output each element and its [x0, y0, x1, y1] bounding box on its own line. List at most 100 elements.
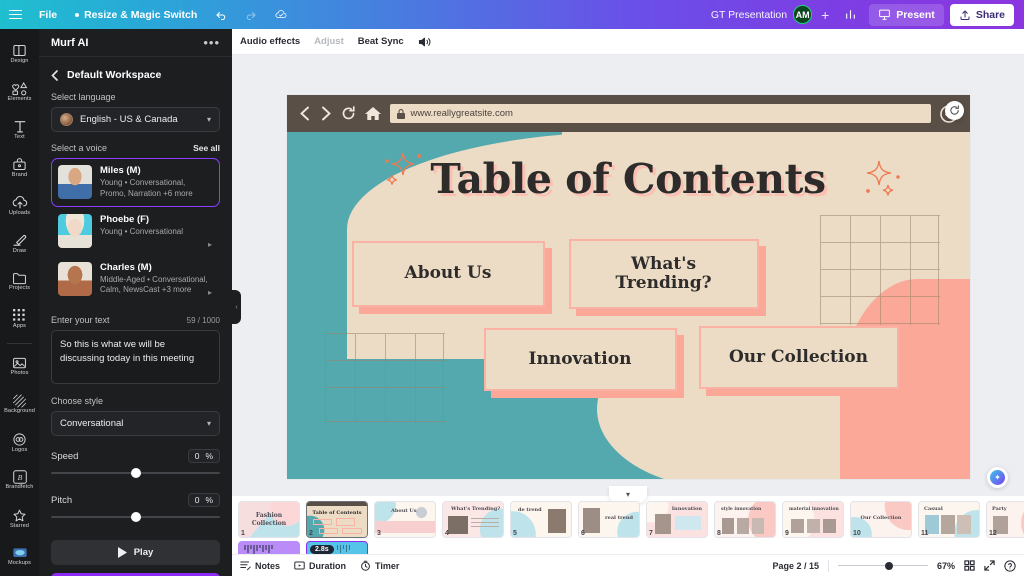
resize-magic-switch-button[interactable]: Resize & Magic Switch — [66, 0, 206, 29]
toc-card-about-us[interactable]: About Us — [351, 241, 545, 307]
undo-icon[interactable] — [206, 0, 236, 29]
slide-title[interactable]: Table of Contents — [287, 155, 970, 203]
slide-canvas[interactable]: Table of Contents About Us What's Trendi… — [286, 95, 970, 479]
sidebar-item-projects[interactable]: Projects — [0, 263, 39, 300]
canvas-wrapper: Table of Contents About Us What's Trendi… — [232, 55, 1024, 496]
sidebar-item-logos[interactable]: Logos — [0, 424, 39, 461]
thumbnail-list: Fashion Collection 1 Table of Contents 2 — [238, 501, 1024, 538]
thumbnail-number: 8 — [717, 530, 721, 537]
zoom-slider[interactable] — [837, 560, 928, 572]
see-all-voices-link[interactable]: See all — [193, 143, 220, 153]
sidebar-item-text[interactable]: Text — [0, 111, 39, 148]
present-button[interactable]: Present — [869, 3, 944, 26]
help-icon[interactable] — [1004, 559, 1016, 572]
speed-value: 0 — [194, 451, 200, 462]
toc-card-whats-trending[interactable]: What's Trending? — [568, 239, 759, 309]
redo-icon[interactable] — [236, 0, 266, 29]
text-input[interactable]: So this is what we will be discussing to… — [51, 330, 220, 385]
timer-button[interactable]: Timer — [360, 560, 399, 571]
voice-option-phoebe[interactable]: Phoebe (F) Young • Conversational ▸ — [51, 207, 220, 255]
beat-sync-button[interactable]: Beat Sync — [358, 36, 404, 47]
sidebar-item-brandfetch[interactable]: B Brandfetch — [0, 462, 39, 499]
home-icon[interactable] — [364, 106, 381, 121]
sidebar-label: Uploads — [8, 209, 31, 216]
sidebar-item-mockups[interactable]: Mockups — [0, 538, 39, 575]
file-menu-button[interactable]: File — [30, 0, 66, 29]
table-row[interactable]: style innovation 8 — [714, 501, 776, 538]
voice-option-charles[interactable]: Charles (M) Middle-Aged • Conversational… — [51, 255, 220, 304]
more-options-icon[interactable]: ••• — [203, 35, 220, 50]
sidebar-item-brand[interactable]: Brand — [0, 149, 39, 186]
sidebar-item-starred[interactable]: Starred — [0, 500, 39, 537]
sidebar-label: Background — [4, 408, 35, 415]
notes-button[interactable]: Notes — [240, 560, 280, 571]
share-button[interactable]: Share — [949, 3, 1014, 26]
table-row[interactable]: de trend 5 — [510, 501, 572, 538]
forward-arrow-icon[interactable] — [320, 106, 332, 121]
url-text: www.reallygreatsite.com — [410, 108, 513, 119]
fullscreen-icon[interactable] — [984, 560, 995, 571]
workspace-name: Default Workspace — [67, 69, 162, 81]
magic-ai-button[interactable]: ✦ — [987, 467, 1008, 488]
voice-label: Select a voice — [51, 143, 108, 153]
table-row[interactable]: real trend 6 — [578, 501, 640, 538]
pitch-slider-handle[interactable] — [130, 512, 141, 523]
avatar[interactable]: AM — [793, 5, 813, 24]
language-select[interactable]: English - US & Canada ▾ — [51, 107, 220, 132]
volume-icon[interactable] — [418, 36, 431, 48]
panel-collapse-handle[interactable]: ‹ — [232, 290, 241, 324]
sidebar-item-uploads[interactable]: Uploads — [0, 187, 39, 224]
speed-slider-handle[interactable] — [130, 468, 141, 479]
audio-effects-button[interactable]: Audio effects — [240, 36, 300, 47]
sidebar-item-photos[interactable]: Photos — [0, 348, 39, 385]
filmstrip: ▾ Fashion Collection 1 Table of Contents — [232, 486, 1024, 557]
sidebar-label: Projects — [8, 285, 30, 292]
sidebar-label: Mockups — [7, 560, 32, 567]
voice-option-miles[interactable]: Miles (M) Young • Conversational, Promo,… — [51, 158, 220, 207]
table-row[interactable]: Casual 11 — [918, 501, 980, 538]
pitch-value-box[interactable]: 0 % — [187, 493, 220, 508]
char-counter: 59 / 1000 — [186, 316, 220, 326]
sidebar-item-elements[interactable]: Elements — [0, 73, 39, 110]
sidebar-item-background[interactable]: Background — [0, 386, 39, 423]
toc-card-our-collection[interactable]: Our Collection — [698, 326, 899, 389]
adjust-button[interactable]: Adjust — [314, 36, 344, 47]
table-row[interactable]: material innovation 9 — [782, 501, 844, 538]
pitch-slider[interactable] — [51, 510, 220, 524]
sidebar-item-apps[interactable]: Apps — [0, 301, 39, 338]
style-select[interactable]: Conversational ▾ — [51, 411, 220, 437]
add-collaborator-button[interactable]: + — [818, 7, 832, 23]
refresh-icon[interactable] — [944, 101, 964, 120]
table-row[interactable]: Table of Contents 2 — [306, 501, 368, 538]
reload-icon[interactable] — [341, 106, 356, 121]
sidebar-item-design[interactable]: Design — [0, 35, 39, 72]
bar-chart-icon[interactable] — [838, 4, 863, 26]
zoom-slider-handle[interactable] — [884, 561, 893, 570]
table-row[interactable]: Party 12 — [986, 501, 1024, 538]
audio-clip-duration: 2.8s — [310, 544, 334, 554]
timer-label: Timer — [375, 560, 400, 571]
hamburger-icon[interactable] — [0, 0, 30, 29]
cloud-saved-icon[interactable] — [266, 0, 296, 29]
workspace-row[interactable]: Default Workspace — [51, 69, 220, 81]
table-row[interactable]: About Us 3 — [374, 501, 436, 538]
table-row[interactable]: Fashion Collection 1 — [238, 501, 300, 538]
speed-slider[interactable] — [51, 466, 220, 480]
voice-preview-icon[interactable]: ▸ — [208, 288, 212, 297]
speed-value-box[interactable]: 0 % — [187, 449, 220, 464]
voice-preview-icon[interactable]: ▸ — [208, 240, 212, 249]
play-button[interactable]: Play — [51, 540, 220, 566]
table-row[interactable]: Innovation 7 — [646, 501, 708, 538]
chevron-down-icon: ▾ — [206, 115, 211, 124]
grid-view-icon[interactable] — [964, 560, 975, 571]
voice-section-header: Select a voice See all — [51, 143, 220, 153]
table-row[interactable]: Our Collection 10 — [850, 501, 912, 538]
table-row[interactable]: What's Trending? 4 — [442, 501, 504, 538]
thumbnail-number: 1 — [241, 530, 245, 537]
duration-button[interactable]: Duration — [294, 560, 346, 571]
url-bar[interactable]: www.reallygreatsite.com — [389, 104, 931, 123]
chevron-left-icon[interactable] — [51, 69, 58, 81]
sidebar-item-draw[interactable]: Draw — [0, 225, 39, 262]
back-arrow-icon[interactable] — [299, 106, 311, 121]
toc-card-innovation[interactable]: Innovation — [483, 328, 677, 391]
